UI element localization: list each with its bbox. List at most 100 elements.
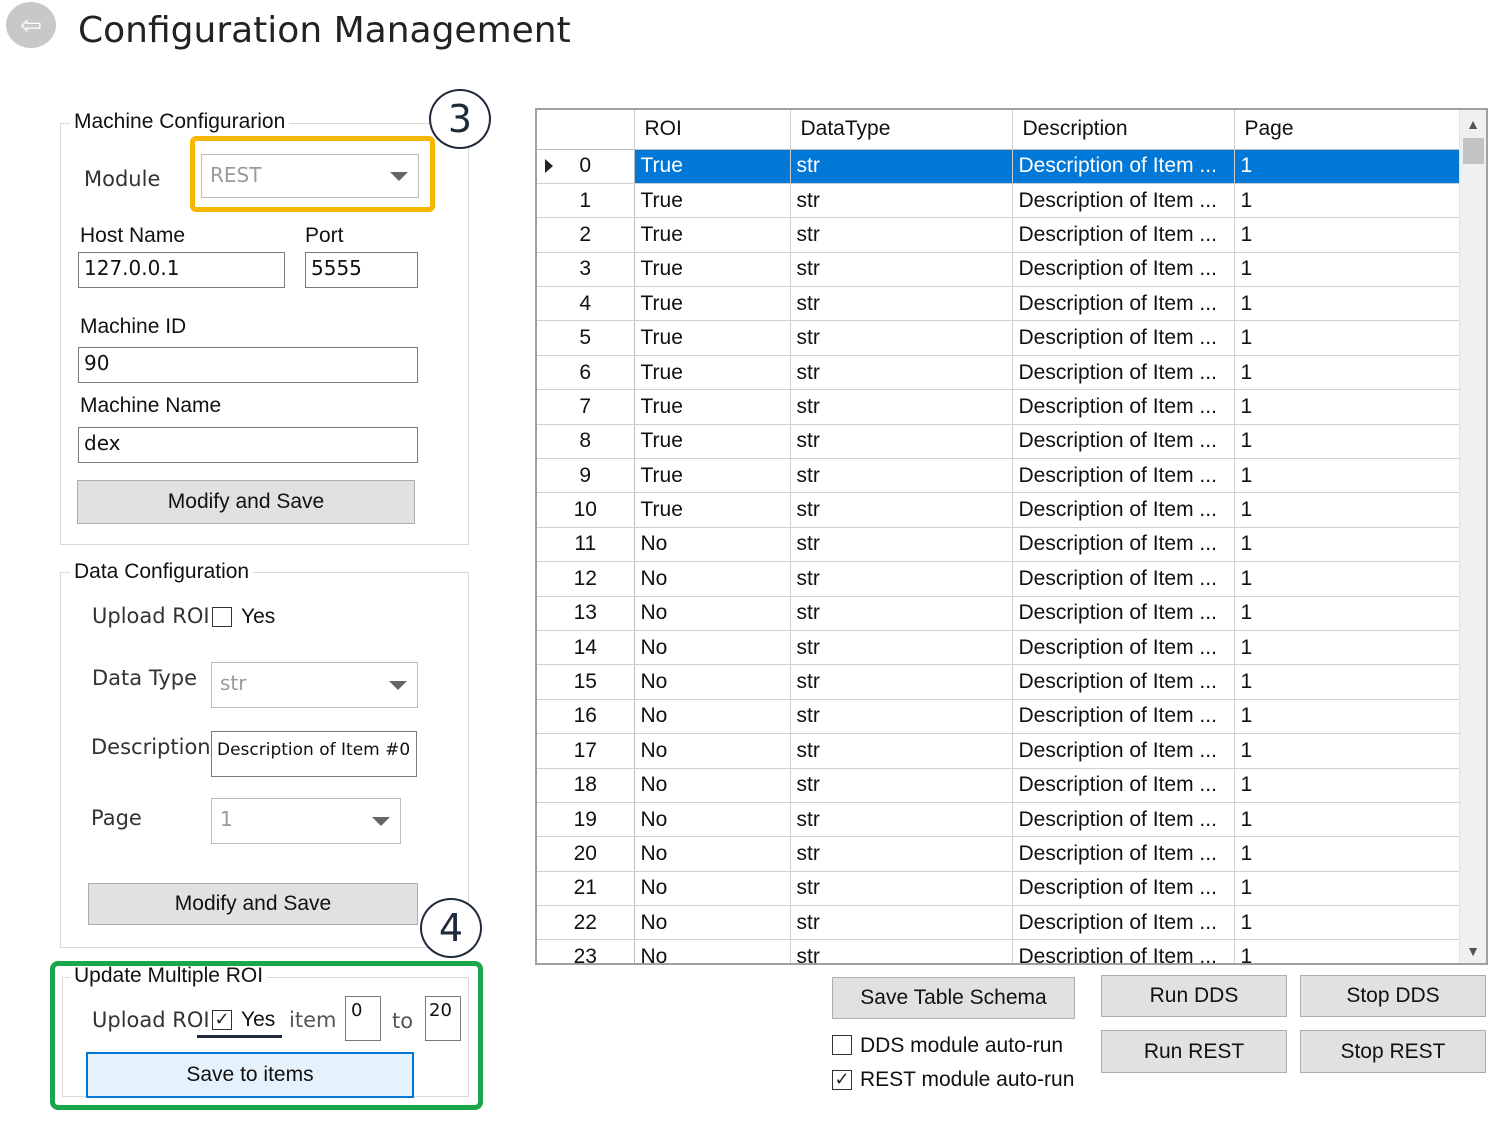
scroll-thumb[interactable] [1463,138,1484,164]
cell-page[interactable]: 1 [1234,320,1460,356]
row-header[interactable]: 19 [537,802,635,838]
row-header[interactable]: 11 [537,527,635,563]
table-row[interactable]: 13 No str Description of Item ... 1 [537,596,1460,631]
table-row[interactable]: 4 True str Description of Item ... 1 [537,286,1460,322]
cell-description[interactable]: Description of Item ... [1012,183,1235,219]
cell-datatype[interactable]: str [790,286,1013,322]
cell-roi[interactable]: No [634,561,791,597]
table-row[interactable]: 12 No str Description of Item ... 1 [537,561,1460,597]
cell-datatype[interactable]: str [790,492,1013,528]
row-header[interactable]: 8 [537,424,635,460]
cell-page[interactable]: 1 [1234,355,1460,391]
page-select[interactable]: 1 [211,798,401,844]
run-dds-button[interactable]: Run DDS [1101,975,1287,1017]
cell-datatype[interactable]: str [790,630,1013,666]
cell-datatype[interactable]: str [790,836,1013,872]
row-header[interactable]: 3 [537,252,635,288]
cell-page[interactable]: 1 [1234,905,1460,941]
cell-roi[interactable]: True [634,389,791,425]
row-header[interactable]: 7 [537,389,635,425]
cell-datatype[interactable]: str [790,664,1013,700]
row-header[interactable]: 6 [537,355,635,391]
table-row[interactable]: 1 True str Description of Item ... 1 [537,183,1460,219]
row-header[interactable]: 0 [537,149,635,184]
table-row[interactable]: 6 True str Description of Item ... 1 [537,355,1460,391]
cell-description[interactable]: Description of Item ... [1012,149,1235,184]
cell-description[interactable]: Description of Item ... [1012,561,1235,597]
cell-page[interactable]: 1 [1234,217,1460,253]
cell-roi[interactable]: True [634,355,791,391]
row-header[interactable]: 21 [537,871,635,907]
host-name-input[interactable]: 127.0.0.1 [78,252,285,288]
cell-roi[interactable]: No [634,802,791,838]
port-input[interactable]: 5555 [305,252,418,288]
cell-page[interactable]: 1 [1234,424,1460,460]
dds-autorun-checkbox[interactable] [832,1035,852,1055]
cell-datatype[interactable]: str [790,320,1013,356]
table-row[interactable]: 19 No str Description of Item ... 1 [537,802,1460,838]
table-row[interactable]: 21 No str Description of Item ... 1 [537,871,1460,907]
save-table-schema-button[interactable]: Save Table Schema [832,977,1075,1019]
cell-datatype[interactable]: str [790,527,1013,563]
cell-datatype[interactable]: str [790,802,1013,838]
row-header[interactable]: 5 [537,320,635,356]
scroll-up-icon[interactable]: ▲ [1460,110,1486,138]
cell-datatype[interactable]: str [790,596,1013,631]
cell-page[interactable]: 1 [1234,939,1460,963]
table-row[interactable]: 10 True str Description of Item ... 1 [537,492,1460,528]
machine-id-input[interactable]: 90 [78,347,418,383]
cell-description[interactable]: Description of Item ... [1012,458,1235,494]
cell-page[interactable]: 1 [1234,183,1460,219]
cell-description[interactable]: Description of Item ... [1012,836,1235,872]
table-row[interactable]: 17 No str Description of Item ... 1 [537,733,1460,769]
cell-description[interactable]: Description of Item ... [1012,492,1235,528]
cell-description[interactable]: Description of Item ... [1012,802,1235,838]
cell-roi[interactable]: True [634,149,791,184]
row-header[interactable]: 18 [537,768,635,803]
cell-description[interactable]: Description of Item ... [1012,355,1235,391]
column-header-datatype[interactable]: DataType [790,110,1013,150]
table-row[interactable]: 9 True str Description of Item ... 1 [537,458,1460,494]
data-type-select[interactable]: str [211,662,418,708]
cell-datatype[interactable]: str [790,871,1013,907]
stop-dds-button[interactable]: Stop DDS [1300,975,1486,1017]
cell-description[interactable]: Description of Item ... [1012,424,1235,460]
row-header[interactable]: 12 [537,561,635,597]
cell-page[interactable]: 1 [1234,458,1460,494]
cell-roi[interactable]: True [634,458,791,494]
cell-description[interactable]: Description of Item ... [1012,286,1235,322]
cell-datatype[interactable]: str [790,389,1013,425]
cell-description[interactable]: Description of Item ... [1012,389,1235,425]
cell-roi[interactable]: True [634,320,791,356]
cell-datatype[interactable]: str [790,561,1013,597]
cell-datatype[interactable]: str [790,699,1013,735]
row-header[interactable]: 4 [537,286,635,322]
cell-page[interactable]: 1 [1234,149,1460,184]
cell-roi[interactable]: No [634,664,791,700]
run-rest-button[interactable]: Run REST [1101,1030,1287,1073]
row-header[interactable]: 13 [537,596,635,631]
table-row[interactable]: 20 No str Description of Item ... 1 [537,836,1460,872]
row-header[interactable]: 1 [537,183,635,219]
cell-page[interactable]: 1 [1234,664,1460,700]
cell-datatype[interactable]: str [790,768,1013,803]
cell-page[interactable]: 1 [1234,596,1460,631]
table-row[interactable]: 18 No str Description of Item ... 1 [537,768,1460,803]
cell-datatype[interactable]: str [790,355,1013,391]
item-data-grid[interactable]: ROI DataType Description Page 0 True str De… [535,108,1488,965]
cell-datatype[interactable]: str [790,217,1013,253]
row-header[interactable]: 17 [537,733,635,769]
column-header-description[interactable]: Description [1012,110,1235,150]
grid-vertical-scrollbar[interactable]: ▲ ▼ [1459,110,1486,963]
cell-roi[interactable]: No [634,836,791,872]
cell-roi[interactable]: No [634,768,791,803]
cell-page[interactable]: 1 [1234,527,1460,563]
cell-description[interactable]: Description of Item ... [1012,905,1235,941]
table-row[interactable]: 2 True str Description of Item ... 1 [537,217,1460,253]
column-header-roi[interactable]: ROI [634,110,791,150]
row-header[interactable]: 16 [537,699,635,735]
cell-description[interactable]: Description of Item ... [1012,768,1235,803]
cell-datatype[interactable]: str [790,252,1013,288]
cell-datatype[interactable]: str [790,149,1013,184]
row-header[interactable]: 9 [537,458,635,494]
